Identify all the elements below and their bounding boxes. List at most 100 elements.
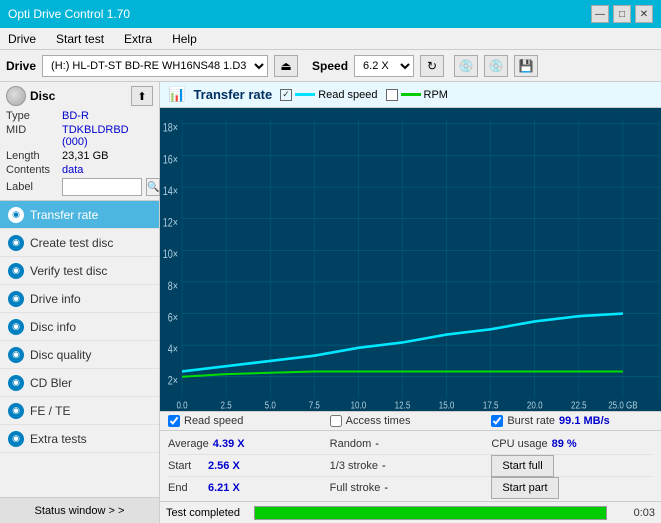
read-speed-stat-group: Read speed <box>168 415 330 427</box>
random-value: - <box>375 438 379 450</box>
nav-disc-info[interactable]: ◉ Disc info <box>0 313 159 341</box>
nav-icon-transfer: ◉ <box>8 207 24 223</box>
nav-label-disc-info: Disc info <box>30 320 76 334</box>
detail-col-end: End 6.21 X <box>168 482 330 494</box>
nav-drive-info[interactable]: ◉ Drive info <box>0 285 159 313</box>
content-area: 📊 Transfer rate Read speed RPM 18× <box>160 82 661 523</box>
legend-read-label: Read speed <box>318 89 377 101</box>
full-stroke-label: Full stroke <box>330 482 381 494</box>
label-label: Label <box>6 181 58 193</box>
svg-text:8×: 8× <box>168 280 178 294</box>
contents-label: Contents <box>6 164 58 176</box>
disc-action-button[interactable]: ⬆ <box>131 86 153 106</box>
detail-col-avg: Average 4.39 X <box>168 438 330 450</box>
eject-button[interactable]: ⏏ <box>274 55 298 77</box>
chart-area: 18× 16× 14× 12× 10× 8× 6× 4× 2× <box>160 108 661 411</box>
svg-text:12.5: 12.5 <box>395 399 411 410</box>
label-input[interactable] <box>62 178 142 196</box>
cpu-label: CPU usage <box>491 438 547 450</box>
menu-drive[interactable]: Drive <box>4 30 40 48</box>
speed-select[interactable]: 6.2 X <box>354 55 414 77</box>
nav-icon-drive-info: ◉ <box>8 291 24 307</box>
type-value: BD-R <box>62 110 89 122</box>
svg-text:18×: 18× <box>163 122 178 136</box>
length-label: Length <box>6 150 58 162</box>
read-speed-stat-checkbox[interactable] <box>168 415 180 427</box>
burst-rate-stat-checkbox[interactable] <box>491 415 503 427</box>
svg-text:15.0: 15.0 <box>439 399 455 410</box>
detail-col-start-full: Start full <box>491 455 653 477</box>
mid-value: TDKBLDRBD (000) <box>62 124 153 148</box>
status-window-label: Status window > > <box>35 505 125 517</box>
nav-create-test-disc[interactable]: ◉ Create test disc <box>0 229 159 257</box>
third-stroke-label: 1/3 stroke <box>330 460 378 472</box>
legend-rpm: RPM <box>386 89 448 101</box>
disc-icon-button[interactable]: 💿 <box>454 55 478 77</box>
nav-transfer-rate[interactable]: ◉ Transfer rate <box>0 201 159 229</box>
minimize-button[interactable]: — <box>591 5 609 23</box>
rpm-checkbox[interactable] <box>386 89 398 101</box>
svg-text:10.0: 10.0 <box>351 399 367 410</box>
read-speed-stat-label: Read speed <box>184 415 243 427</box>
nav-verify-test-disc[interactable]: ◉ Verify test disc <box>0 257 159 285</box>
cpu-value: 89 % <box>552 438 577 450</box>
burst-rate-stat-label: Burst rate <box>507 415 555 427</box>
nav-label-verify-test-disc: Verify test disc <box>30 264 107 278</box>
disc-panel: Disc ⬆ Type BD-R MID TDKBLDRBD (000) Len… <box>0 82 159 201</box>
menu-extra[interactable]: Extra <box>120 30 156 48</box>
nav-disc-quality[interactable]: ◉ Disc quality <box>0 341 159 369</box>
nav-extra-tests[interactable]: ◉ Extra tests <box>0 425 159 453</box>
status-window-button[interactable]: Status window > > <box>0 497 159 523</box>
nav-icon-verify: ◉ <box>8 263 24 279</box>
nav-label-disc-quality: Disc quality <box>30 348 91 362</box>
nav-label-drive-info: Drive info <box>30 292 81 306</box>
read-speed-line <box>295 93 315 96</box>
drive-select[interactable]: (H:) HL-DT-ST BD-RE WH16NS48 1.D3 <box>42 55 268 77</box>
nav-label-extra-tests: Extra tests <box>30 432 87 446</box>
detail-col-third-stroke: 1/3 stroke - <box>330 460 492 472</box>
start-part-button[interactable]: Start part <box>491 477 558 499</box>
detail-col-full-stroke: Full stroke - <box>330 482 492 494</box>
contents-value: data <box>62 164 83 176</box>
svg-text:17.5: 17.5 <box>483 399 499 410</box>
start-value: 2.56 X <box>208 460 240 472</box>
nav-cd-bler[interactable]: ◉ CD Bler <box>0 369 159 397</box>
detail-col-start: Start 2.56 X <box>168 460 330 472</box>
menu-help[interactable]: Help <box>168 30 201 48</box>
menu-start-test[interactable]: Start test <box>52 30 108 48</box>
svg-text:14×: 14× <box>163 185 178 199</box>
nav-label-fe-te: FE / TE <box>30 404 70 418</box>
label-icon-button[interactable]: 🔍 <box>146 178 160 196</box>
speed-label: Speed <box>312 59 348 73</box>
start-full-button[interactable]: Start full <box>491 455 553 477</box>
statusbar: Test completed 0:03 <box>160 501 661 523</box>
save-button[interactable]: 💾 <box>514 55 538 77</box>
maximize-button[interactable]: □ <box>613 5 631 23</box>
access-times-stat-group: Access times <box>330 415 492 427</box>
burst-rate-stat-group: Burst rate 99.1 MB/s <box>491 415 653 427</box>
mid-label: MID <box>6 124 58 148</box>
start-label: Start <box>168 460 204 472</box>
detail-col-start-part: Start part <box>491 477 653 499</box>
nav-label-transfer-rate: Transfer rate <box>30 208 98 222</box>
svg-text:12×: 12× <box>163 216 178 230</box>
access-times-stat-checkbox[interactable] <box>330 415 342 427</box>
third-stroke-value: - <box>382 460 386 472</box>
disc2-icon-button[interactable]: 💿 <box>484 55 508 77</box>
burst-rate-value: 99.1 MB/s <box>559 415 610 427</box>
close-button[interactable]: ✕ <box>635 5 653 23</box>
nav-label-cd-bler: CD Bler <box>30 376 72 390</box>
stats-bar: Read speed Access times Burst rate 99.1 … <box>160 411 661 431</box>
nav-icon-disc-quality: ◉ <box>8 347 24 363</box>
app-title: Opti Drive Control 1.70 <box>8 7 130 21</box>
avg-value: 4.39 X <box>213 438 245 450</box>
rpm-line <box>401 93 421 96</box>
nav-icon-disc-info: ◉ <box>8 319 24 335</box>
read-speed-checkbox[interactable] <box>280 89 292 101</box>
menubar: Drive Start test Extra Help <box>0 28 661 50</box>
svg-text:6×: 6× <box>168 311 178 325</box>
progress-bar-fill <box>255 507 606 519</box>
refresh-button[interactable]: ↻ <box>420 55 444 77</box>
nav-fe-te[interactable]: ◉ FE / TE <box>0 397 159 425</box>
end-value: 6.21 X <box>208 482 240 494</box>
